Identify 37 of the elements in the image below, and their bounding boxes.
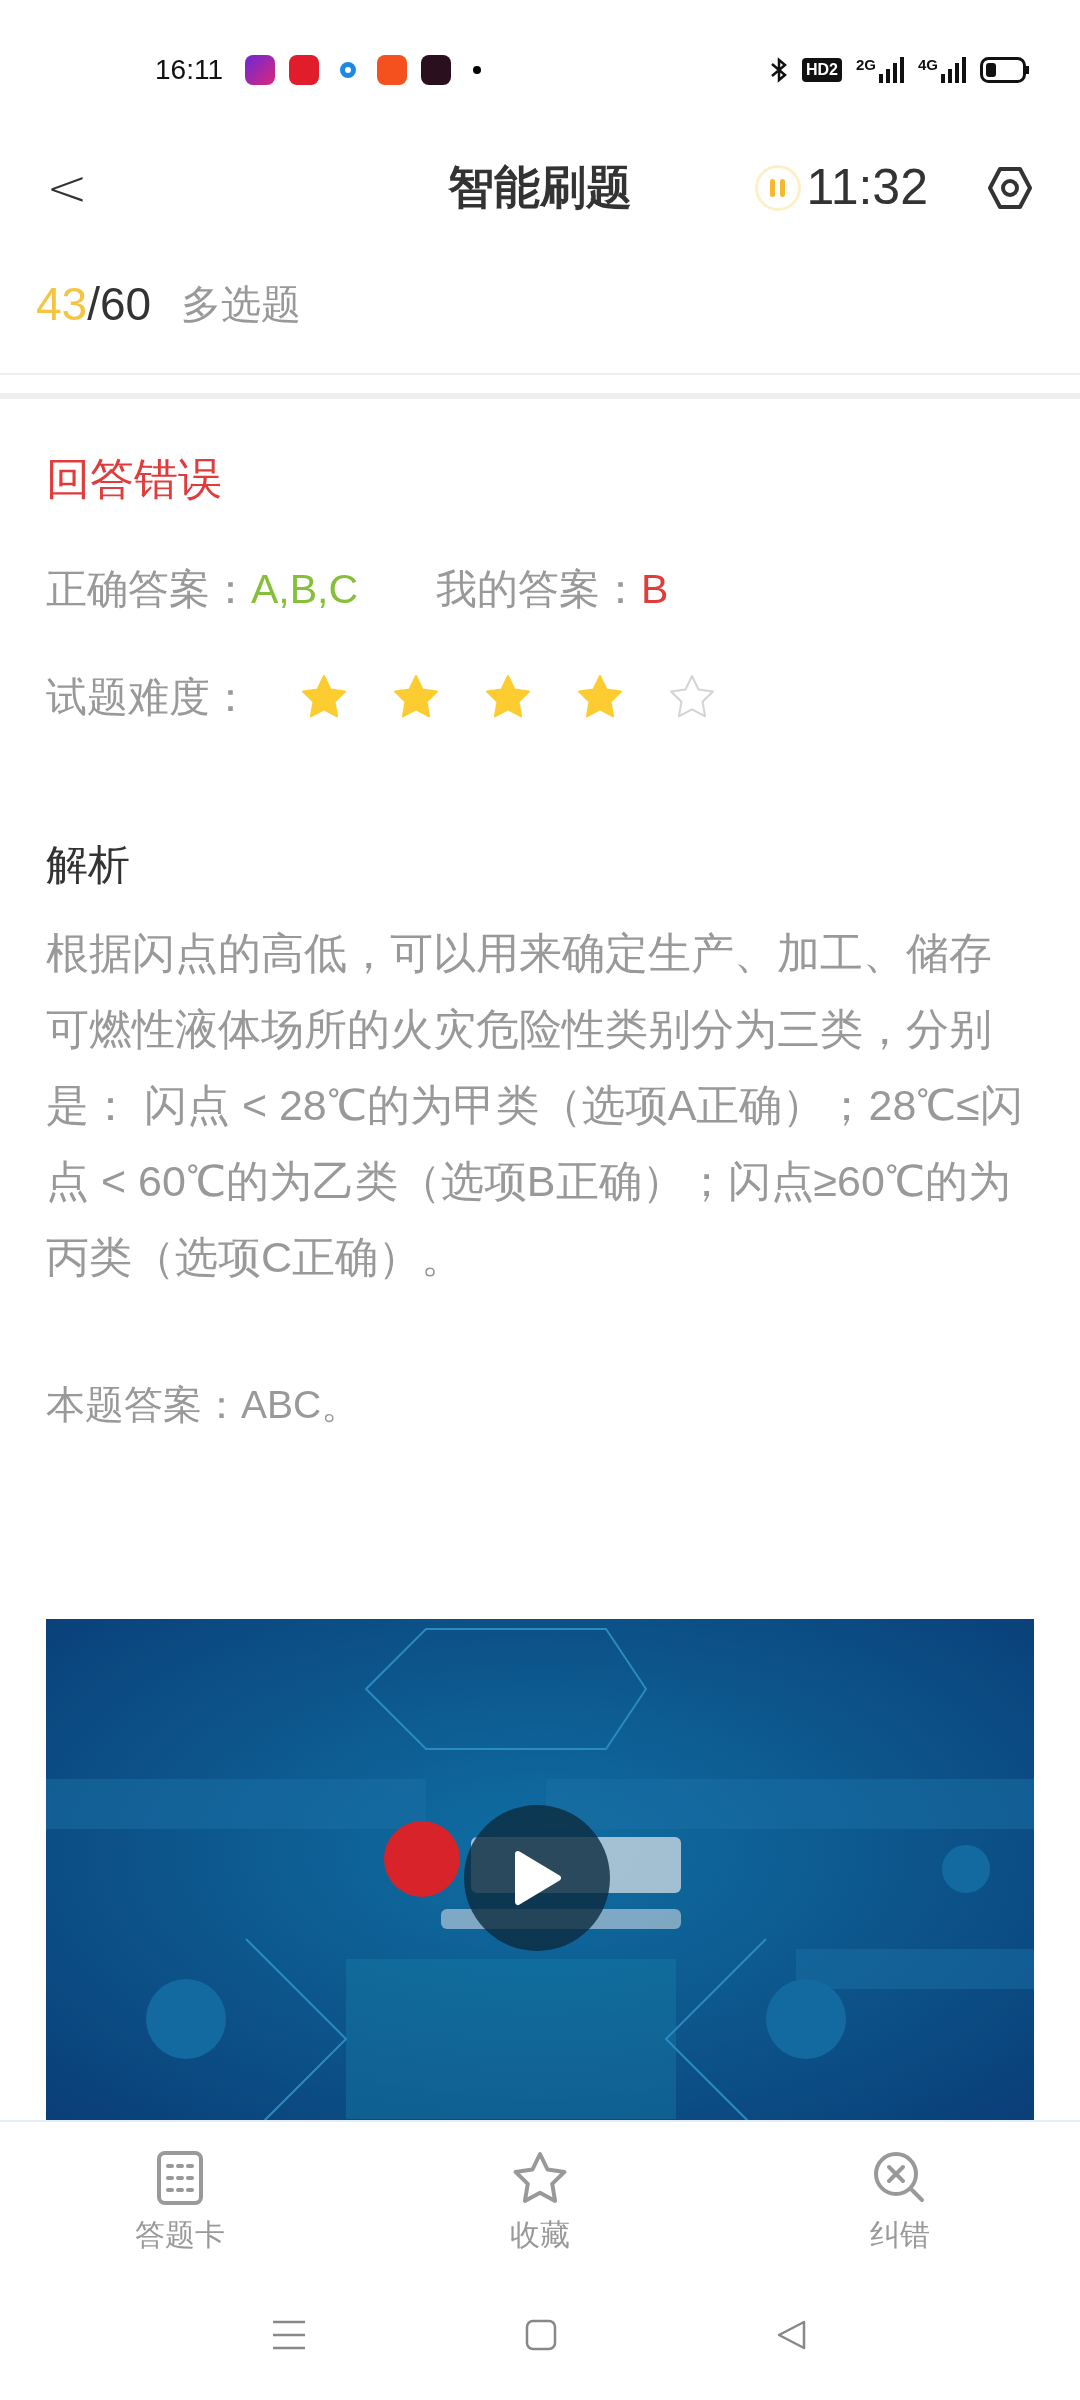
home-icon[interactable] <box>525 2319 557 2351</box>
difficulty-label: 试题难度： <box>46 673 251 722</box>
correct-answer-label: 正确答案： <box>46 565 251 614</box>
pause-button[interactable] <box>754 164 801 211</box>
bluetooth-icon <box>769 57 788 83</box>
my-answer-label: 我的答案： <box>436 565 642 614</box>
signal-icon <box>878 57 904 83</box>
total-questions: /60 <box>87 276 152 332</box>
signal-label: 2G <box>855 57 876 72</box>
back-button[interactable]: < <box>46 162 88 213</box>
correct-answer: A,B,C <box>251 565 359 614</box>
app-notification-icon <box>289 55 319 85</box>
menu-icon[interactable] <box>272 2320 306 2350</box>
analysis-heading: 解析 <box>46 840 131 890</box>
analysis-text: 根据闪点的高低，可以用来确定生产、加工、储存可燃性液体场所的火灾危险性类别分为三类，分别是： 闪点 < 28℃的为甲类（选项A正确）；28℃≤闪点 < 60℃的为乙类（选项B正确）；闪点≥60℃的为丙类（选项C正确）。 <box>46 928 1024 1283</box>
my-answer: B <box>641 565 669 614</box>
app-notification-icon <box>245 55 275 85</box>
toolbar-tab[interactable]: 答题卡 <box>0 2122 360 2280</box>
signal-label: 4G <box>918 57 938 72</box>
toolbar-tab[interactable]: 收藏 <box>360 2122 720 2280</box>
star-icon <box>511 2150 569 2206</box>
status-time: 16:11 <box>155 53 223 87</box>
answer-summary: 本题答案：ABC。 <box>46 1382 362 1428</box>
page-title: 智能刷题 <box>448 160 632 215</box>
timer-text: 11:32 <box>806 158 928 217</box>
current-question-number: 43 <box>36 276 88 332</box>
signal-icon <box>940 57 966 83</box>
toolbar-tab[interactable]: 纠错 <box>720 2122 1080 2280</box>
back-icon[interactable] <box>776 2319 808 2351</box>
app-notification-icon <box>421 55 451 85</box>
play-icon <box>512 1850 562 1906</box>
question-type: 多选题 <box>181 281 302 328</box>
battery-icon <box>980 57 1030 83</box>
app-notification-icon <box>377 55 407 85</box>
answer-card-icon <box>156 2150 204 2206</box>
verdict-text: 回答错误 <box>46 453 223 505</box>
network-badge: HD2 <box>801 58 842 82</box>
